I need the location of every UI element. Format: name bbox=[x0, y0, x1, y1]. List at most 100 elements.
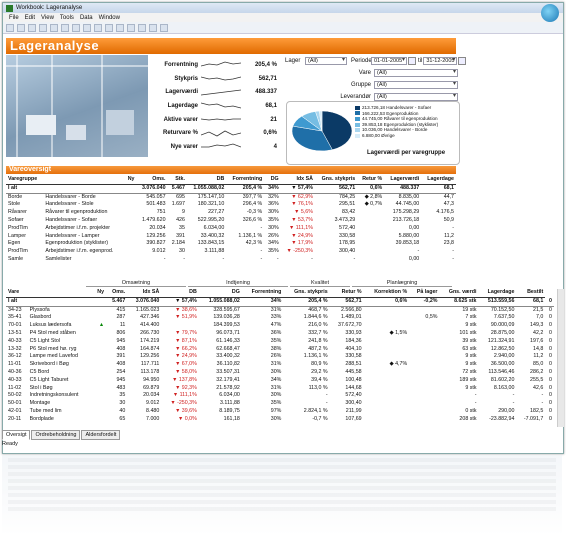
column-header[interactable]: Stk. bbox=[167, 176, 187, 185]
column-header[interactable]: DG bbox=[264, 176, 281, 185]
leverandor-select[interactable]: (All) bbox=[374, 93, 458, 101]
table-row[interactable]: 36-12 Lampe med Lavefod 391 129.256 ▼ 24,9% 3… bbox=[6, 353, 554, 361]
table-row[interactable]: 11-02 Stol i Bøg 483 69.879 ▼ 92,3% 21.578,92… bbox=[6, 385, 554, 393]
menu-view[interactable]: View bbox=[41, 15, 54, 21]
undo-icon[interactable] bbox=[83, 23, 91, 32]
column-header[interactable]: Ny bbox=[124, 176, 137, 185]
cell: 9 stk bbox=[465, 384, 477, 391]
cell: 68,1 bbox=[516, 297, 546, 307]
tab-oversigt[interactable]: Oversigt bbox=[2, 430, 31, 440]
cell bbox=[93, 353, 106, 361]
column-header[interactable]: Gns. stykpris bbox=[314, 176, 358, 185]
column-header[interactable]: Retur % bbox=[357, 176, 385, 185]
column-header[interactable]: Oms. bbox=[136, 176, 168, 185]
column-header[interactable]: Varegruppe bbox=[6, 176, 44, 185]
table-row[interactable]: 13-51 P4 Stol med ståben 806 266.730 ▼ 79,7%… bbox=[6, 330, 554, 338]
menu-data[interactable]: Data bbox=[80, 15, 93, 21]
table-row[interactable]: 11-01 Skrivebord i Bøg 408 117.711 ▼ 67,0% 36… bbox=[6, 361, 554, 369]
cell bbox=[409, 330, 439, 338]
cell: 44.745,00 bbox=[395, 201, 420, 208]
refresh-icon[interactable] bbox=[138, 23, 146, 32]
table-row[interactable]: 13-32 P6 Stol med hø. ryg 408 164.874 ▼ 66,2… bbox=[6, 346, 554, 354]
print-icon[interactable] bbox=[39, 23, 47, 32]
column-header[interactable]: Korrektion % bbox=[363, 289, 410, 298]
table-row[interactable]: 70-01 Luksus lædersofa ▲ 11 414.400 184.399,5… bbox=[6, 322, 554, 330]
tab-ordrebeholdning[interactable]: Ordrebeholdning bbox=[31, 430, 81, 440]
calendar-icon[interactable] bbox=[458, 57, 467, 65]
column-header[interactable]: Ny bbox=[92, 289, 107, 298]
tab-aldersfordelt[interactable]: Aldersfordelt bbox=[81, 430, 121, 440]
open-icon[interactable] bbox=[17, 23, 25, 32]
table-row[interactable]: 50-01 Montage 30 9.012 ▼ -250,3% 3.111,88 35% -… bbox=[6, 400, 554, 408]
table-row[interactable]: 42-01 Tube med lim 40 8.480 ▼ 39,6% 8.189,75 9… bbox=[6, 408, 554, 416]
table-row[interactable]: 20-11 Bordplade 65 7.000 ▼ 0,0% 161,18 30% -0,7… bbox=[6, 416, 554, 424]
column-header[interactable] bbox=[27, 289, 93, 298]
cell: 2.184 bbox=[171, 240, 185, 247]
copy-icon[interactable] bbox=[61, 23, 69, 32]
table-row[interactable]: 40-36 C5 Bord 254 113.178 ▼ 58,0% 33.507,31 30… bbox=[6, 369, 554, 377]
column-header[interactable]: Gns. stykpris bbox=[283, 289, 330, 298]
column-header[interactable]: DB bbox=[186, 176, 227, 185]
table-row[interactable]: Lamper Handelsvarer - Lamper 129.256 391 33.… bbox=[6, 233, 456, 241]
periode-from-field[interactable]: 01-01-2005 bbox=[371, 57, 407, 65]
table-row[interactable]: ProdTim Arbejdstimer i.f.m. egenprod. 9.01… bbox=[6, 248, 456, 256]
table-row[interactable]: 35-41 Glasbord 287 427.346 ▼ 51,9% 139.036,28… bbox=[6, 314, 554, 322]
table-row[interactable]: Borde Handelsvarer - Borde 545.057 695 175.1… bbox=[6, 193, 456, 201]
column-header[interactable]: Forrentning bbox=[226, 176, 265, 185]
cell: - bbox=[325, 392, 328, 399]
menu-file[interactable]: File bbox=[9, 15, 19, 21]
table-row[interactable]: Råvarer Råvarer til egenproduktion 751 9 227… bbox=[6, 209, 456, 217]
redo-icon[interactable] bbox=[94, 23, 102, 32]
table-row[interactable]: Samle Samlelister - - - - - - - 0,00 - bbox=[6, 256, 456, 264]
cell bbox=[93, 408, 106, 416]
calendar-icon[interactable] bbox=[408, 57, 416, 65]
column-header[interactable]: DG bbox=[198, 289, 242, 298]
lager-select[interactable]: (All) bbox=[305, 57, 347, 65]
column-header[interactable]: Retur % bbox=[329, 289, 364, 298]
column-header[interactable]: Idx SÅ bbox=[127, 289, 162, 298]
column-header[interactable]: DB bbox=[161, 289, 199, 298]
menu-window[interactable]: Window bbox=[99, 15, 120, 21]
cell: 487,2 % bbox=[308, 345, 328, 352]
vare-select[interactable]: (All) bbox=[374, 69, 458, 77]
table-row[interactable]: 40-33 C5 Light Stol 945 174.219 ▼ 87,1% 61.14… bbox=[6, 338, 554, 346]
column-header[interactable]: Lagerdage bbox=[421, 176, 456, 185]
column-header[interactable]: Lagerværdi bbox=[384, 176, 422, 185]
save-icon[interactable] bbox=[28, 23, 36, 32]
column-header[interactable]: Idx SÅ bbox=[280, 176, 315, 185]
periode-label: Periode bbox=[351, 58, 372, 64]
menu-tools[interactable]: Tools bbox=[60, 15, 74, 21]
options-icon[interactable] bbox=[149, 23, 157, 32]
filter-icon[interactable] bbox=[160, 23, 168, 32]
table-row[interactable]: Egen Egenproduktion (styklister) 390.827 2.… bbox=[6, 240, 456, 248]
scrollbar[interactable] bbox=[557, 289, 564, 427]
cell: - bbox=[474, 392, 477, 399]
cell: 113,0 % bbox=[308, 384, 328, 391]
paste-icon[interactable] bbox=[72, 23, 80, 32]
find-icon[interactable] bbox=[105, 23, 113, 32]
new-icon[interactable] bbox=[6, 23, 14, 32]
column-header[interactable]: Gns. værdi bbox=[439, 289, 479, 298]
column-header[interactable]: Forrentning bbox=[241, 289, 284, 298]
table-row[interactable]: ProdTim Arbejdstimer i.f.m. projekter 20.0… bbox=[6, 225, 456, 233]
column-header[interactable]: Vare bbox=[6, 289, 28, 298]
layout-icon[interactable] bbox=[116, 23, 124, 32]
grid-icon[interactable] bbox=[127, 23, 135, 32]
column-header[interactable]: Bestilt bbox=[516, 289, 546, 298]
cell: 184.399,53 bbox=[213, 322, 240, 329]
column-header[interactable]: Lagerdage bbox=[478, 289, 517, 298]
table-row[interactable]: 34-23 Plyssofa 415 1.165.023 ▼ 38,6% 328.595,… bbox=[6, 306, 554, 314]
column-header[interactable]: På lager bbox=[409, 289, 440, 298]
gruppe-select[interactable]: (All) bbox=[374, 81, 458, 89]
column-header[interactable] bbox=[43, 176, 125, 185]
cell: 205,4 % bbox=[226, 184, 265, 194]
table-row[interactable]: 40-33 C5 Light Taburet 945 94.950 ▼ 137,8% 32… bbox=[6, 377, 554, 385]
cell bbox=[409, 377, 439, 385]
table-row[interactable]: Sofaer Handelsvarer - Sofaer 1.479.620 426 5… bbox=[6, 217, 456, 225]
cut-icon[interactable] bbox=[50, 23, 58, 32]
column-header[interactable]: Oms. bbox=[106, 289, 128, 298]
table-row[interactable]: 50-02 Indretningskonsulent 35 20.034 ▼ 111,1… bbox=[6, 392, 554, 400]
periode-to-field[interactable]: 31-12-2005 bbox=[423, 57, 458, 65]
cell: 1.479.620 bbox=[141, 216, 166, 223]
menu-edit[interactable]: Edit bbox=[25, 15, 35, 21]
